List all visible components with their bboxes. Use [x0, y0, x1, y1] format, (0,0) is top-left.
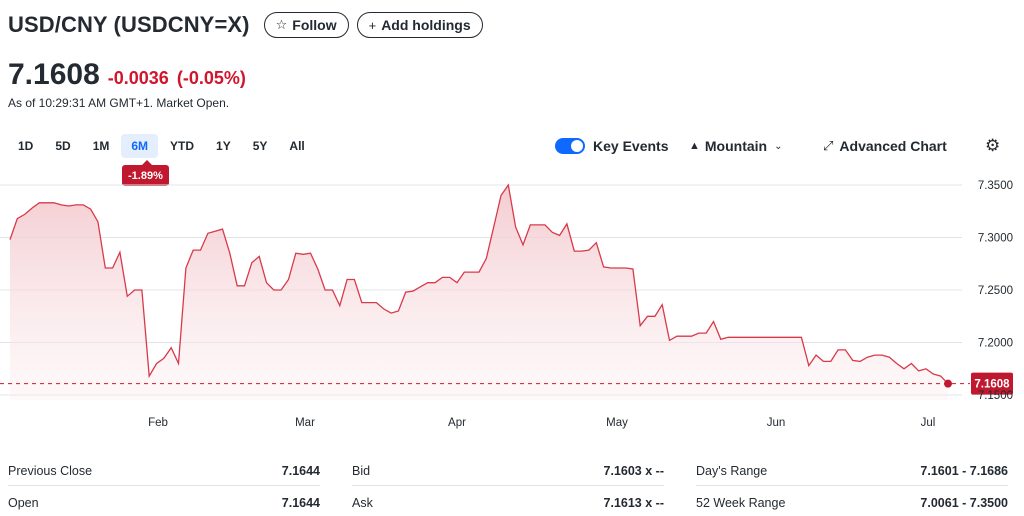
stat-label: Ask: [352, 495, 373, 510]
area-fill: [10, 185, 948, 400]
price-change: -0.0036: [107, 68, 169, 88]
gear-icon: ⚙: [985, 136, 1001, 155]
y-tick-label: 7.1500: [978, 390, 1013, 402]
chart-type-select[interactable]: ▲ Mountain ⌄: [689, 134, 783, 158]
stat-value: 7.1603 x --: [603, 463, 664, 478]
stat-ask: Ask 7.1613 x --: [352, 488, 664, 516]
advanced-chart-button[interactable]: ⤢ Advanced Chart: [823, 134, 947, 158]
range-tab-6m[interactable]: 6M: [121, 134, 159, 158]
range-tab-5d[interactable]: 5D: [45, 134, 80, 158]
range-tab-all[interactable]: All: [279, 134, 314, 158]
quote-timestamp: As of 10:29:31 AM GMT+1. Market Open.: [8, 96, 230, 110]
stat-value: 7.1644: [281, 495, 320, 510]
range-tab-1m[interactable]: 1M: [83, 134, 120, 158]
y-tick-label: 7.2500: [978, 285, 1013, 297]
stat-value: 7.0061 - 7.3500: [920, 495, 1008, 510]
stat-previous-close: Previous Close 7.1644: [8, 456, 320, 486]
chart-settings-button[interactable]: ⚙: [985, 134, 1000, 158]
price-chart[interactable]: 7.1608 7.3500 7.3000 7.2500 7.2000 7.1500 Fe…: [0, 170, 1024, 440]
plus-icon: +: [368, 17, 377, 33]
chart-type-label: Mountain: [704, 138, 768, 154]
stat-open: Open 7.1644: [8, 488, 320, 516]
advanced-chart-label: Advanced Chart: [839, 138, 947, 154]
current-price-dot: [944, 379, 952, 388]
mountain-icon: ▲: [689, 140, 700, 152]
x-tick-label: Feb: [148, 417, 168, 429]
quote-header: USD/CNY (USDCNY=X) ☆ Follow + Add holdin…: [8, 8, 483, 42]
follow-label: Follow: [292, 17, 337, 33]
range-tab-ytd[interactable]: YTD: [160, 134, 204, 158]
stat-bid: Bid 7.1603 x --: [352, 456, 664, 486]
add-holdings-button[interactable]: + Add holdings: [356, 12, 483, 38]
follow-button[interactable]: ☆ Follow: [263, 12, 349, 38]
chart-svg[interactable]: 7.1608 7.3500 7.3000 7.2500 7.2000 7.1500 Fe…: [0, 170, 1024, 440]
range-tab-1d[interactable]: 1D: [8, 134, 43, 158]
current-price: 7.1608: [8, 58, 100, 91]
x-tick-label: Jul: [921, 417, 936, 429]
chevron-down-icon: ⌄: [774, 140, 783, 152]
x-tick-label: Apr: [448, 417, 466, 429]
y-tick-label: 7.2000: [978, 338, 1013, 350]
star-icon: ☆: [275, 17, 288, 32]
stat-label: Bid: [352, 463, 371, 478]
stat-52-week-range: 52 Week Range 7.0061 - 7.3500: [696, 488, 1008, 516]
stat-value: 7.1644: [281, 463, 320, 478]
stat-label: Day's Range: [696, 463, 768, 478]
stat-days-range: Day's Range 7.1601 - 7.1686: [696, 456, 1008, 486]
add-holdings-label: Add holdings: [381, 17, 471, 33]
range-tab-5y[interactable]: 5Y: [243, 134, 278, 158]
x-tick-label: Jun: [767, 417, 786, 429]
y-tick-label: 7.3500: [978, 180, 1013, 192]
x-tick-label: May: [606, 417, 628, 429]
y-tick-label: 7.3000: [978, 233, 1013, 245]
expand-icon: ⤢: [823, 138, 834, 153]
x-tick-label: Mar: [295, 417, 315, 429]
range-tabs: 1D 5D 1M 6M YTD 1Y 5Y All: [8, 134, 317, 158]
range-tab-1y[interactable]: 1Y: [206, 134, 241, 158]
page-title: USD/CNY (USDCNY=X): [8, 12, 250, 37]
toggle-switch[interactable]: [555, 138, 585, 154]
key-events-toggle[interactable]: Key Events: [555, 134, 668, 158]
stat-label: 52 Week Range: [696, 495, 786, 510]
stat-label: Previous Close: [8, 463, 93, 478]
stat-value: 7.1601 - 7.1686: [920, 463, 1008, 478]
stat-label: Open: [8, 495, 39, 510]
key-events-label: Key Events: [593, 138, 669, 154]
price-summary: 7.1608 -0.0036 (-0.05%): [8, 58, 246, 92]
stat-value: 7.1613 x --: [603, 495, 664, 510]
current-price-tag-label: 7.1608: [974, 379, 1010, 391]
price-change-percent: (-0.05%): [176, 68, 246, 88]
